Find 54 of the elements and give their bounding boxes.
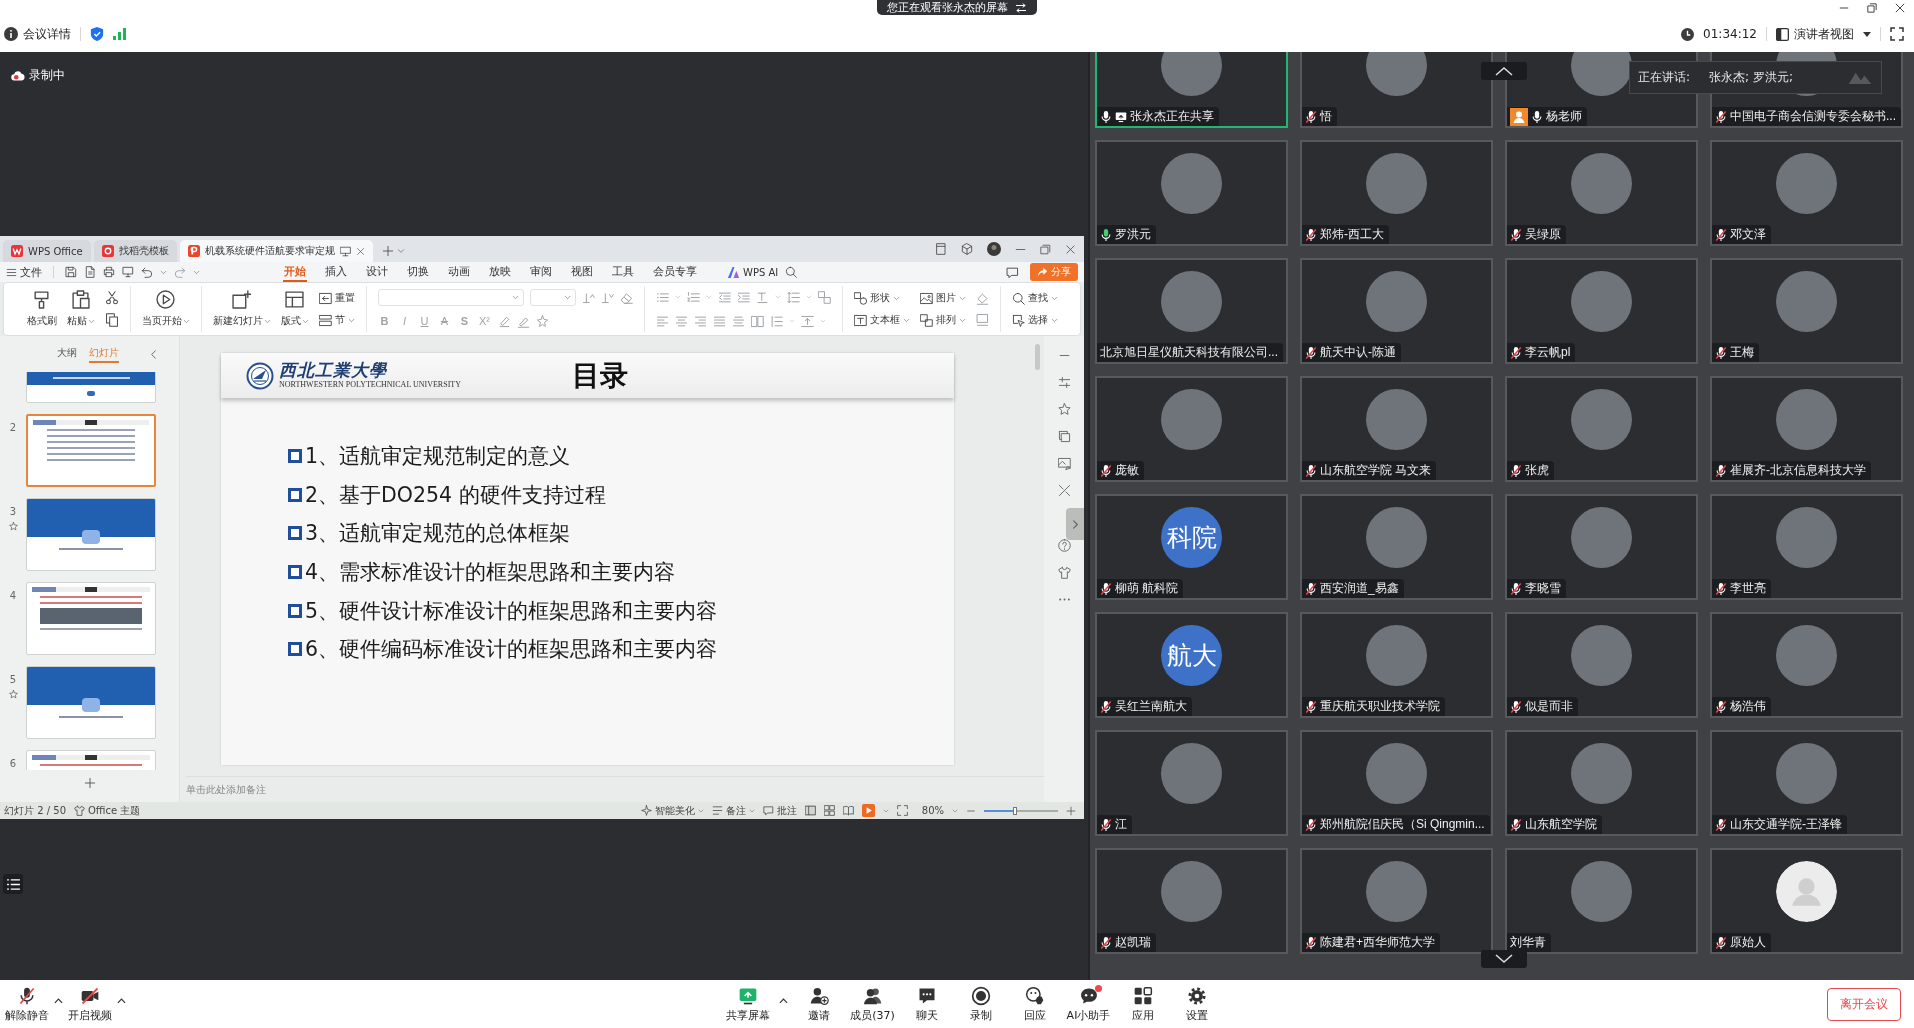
participant-name: 杨老师 xyxy=(1546,108,1582,125)
participant-name: 李晓雪 xyxy=(1525,580,1561,597)
participant-name: 柳萌 航科院 xyxy=(1115,580,1179,597)
speaking-label: 正在讲话: xyxy=(1638,69,1691,86)
participant-name: 陈建君+西华师范大学 xyxy=(1320,934,1435,951)
text-avatar: 航大 xyxy=(1161,625,1222,686)
recording-label: 录制中 xyxy=(29,67,65,84)
participant-name: 吴红兰南航大 xyxy=(1115,698,1187,715)
slide-title: 目录 xyxy=(572,357,628,394)
participant-name: 江 xyxy=(1115,816,1127,833)
participant-name: 北京旭日星仪航天科技有限公司... xyxy=(1100,344,1278,361)
participant-name: 中国电子商会信测专委会秘书... xyxy=(1730,108,1896,125)
participant-name: 山东交通学院-王泽锋 xyxy=(1730,816,1842,833)
meeting-timer: 01:34:12 xyxy=(1703,27,1757,41)
participant-name: 罗洪元 xyxy=(1115,226,1151,243)
participant-name: 原始人 xyxy=(1730,934,1766,951)
participant-name: 王梅 xyxy=(1730,344,1754,361)
participant-name: 张虎 xyxy=(1525,462,1549,479)
participant-name: 张永杰正在共享 xyxy=(1130,108,1214,125)
university-name: 西北工業大學 xyxy=(279,362,388,379)
speaking-names: 张永杰; 罗洪元; xyxy=(1709,69,1793,86)
participant-name: 庞敏 xyxy=(1115,462,1139,479)
participant-name: 李云帆pl xyxy=(1525,344,1571,361)
participant-name: 郑州航院佀庆民（Si Qingmin... xyxy=(1320,816,1485,833)
slide-counter: 幻灯片 2 / 50 xyxy=(4,803,66,818)
participant-name: 似是而非 xyxy=(1525,698,1573,715)
banner-text: 您正在观看张永杰的屏幕 xyxy=(887,0,1008,15)
agenda-item: 2、基于DO254 的硬件支持过程 xyxy=(305,481,606,509)
agenda-item: 3、适航审定规范的总体框架 xyxy=(305,520,571,548)
participant-name: 山东航空学院 xyxy=(1525,816,1597,833)
slide-number: 6 xyxy=(9,758,17,769)
participant-name: 航天中认-陈通 xyxy=(1320,344,1396,361)
participant-name: 山东航空学院 马文来 xyxy=(1320,462,1432,479)
participant-name: 悟 xyxy=(1320,108,1332,125)
participant-name: 杨浩伟 xyxy=(1730,698,1766,715)
slide-number: 4 xyxy=(9,590,17,601)
agenda-item: 5、硬件设计标准设计的框架思路和主要内容 xyxy=(305,597,718,625)
text-avatar: 科院 xyxy=(1161,507,1222,568)
agenda-item: 4、需求标准设计的框架思路和主要内容 xyxy=(305,559,676,587)
participant-name: 邓文泽 xyxy=(1730,226,1766,243)
slide-number: 5 xyxy=(9,674,17,685)
university-name-english: NORTHWESTERN POLYTECHNICAL UNIVERSITY xyxy=(279,381,461,389)
participant-name: 崔展齐-北京信息科技大学 xyxy=(1730,462,1866,479)
slide-number: 2 xyxy=(9,422,17,433)
participant-name: 刘华青 xyxy=(1510,934,1546,951)
participant-name: 郑炜-西工大 xyxy=(1320,226,1384,243)
participant-name: 李世亮 xyxy=(1730,580,1766,597)
participant-name: 吴绿原 xyxy=(1525,226,1561,243)
participant-name: 西安润道_易鑫 xyxy=(1320,580,1399,597)
participant-name: 赵凯瑞 xyxy=(1115,934,1151,951)
participant-name: 重庆航天职业技术学院 xyxy=(1320,698,1440,715)
agenda-item: 6、硬件编码标准设计的框架思路和主要内容 xyxy=(305,636,718,664)
agenda-item: 1、适航审定规范制定的意义 xyxy=(305,443,571,471)
slide-number: 3 xyxy=(9,506,17,517)
